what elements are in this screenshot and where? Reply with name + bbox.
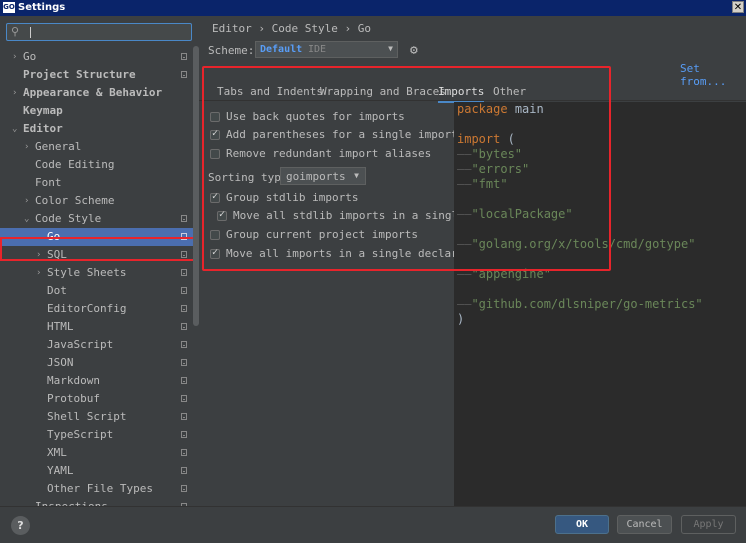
code-style-panel: Editor › Code Style › Go Scheme: Default…	[199, 16, 746, 506]
scheme-label: Scheme:	[208, 44, 255, 57]
tree-item-appearance-behavior[interactable]: › Appearance & Behavior	[0, 84, 193, 102]
annotation-highlight-go	[0, 237, 193, 261]
tree-item-label: HTML	[47, 320, 74, 333]
search-icon: ⚲	[11, 25, 20, 38]
tree-item-shell-script[interactable]: Shell Script	[0, 408, 193, 426]
gear-icon[interactable]: ⚙	[410, 43, 418, 58]
code-line-close: )	[457, 312, 464, 326]
tree-item-label: Protobuf	[47, 392, 100, 405]
chevron-down-icon: ▼	[388, 44, 393, 53]
tree-item-label: Project Structure	[23, 68, 136, 81]
tree-item-json[interactable]: JSON	[0, 354, 193, 372]
project-scope-icon	[181, 215, 187, 222]
chevron-right-icon[interactable]: ›	[12, 48, 17, 66]
tree-item-font[interactable]: Font	[0, 174, 193, 192]
import-path: "github.com/dlsniper/go-metrics"	[471, 297, 703, 311]
project-scope-icon	[181, 341, 187, 348]
tree-item-typescript[interactable]: TypeScript	[0, 426, 193, 444]
chevron-right-icon[interactable]: ›	[24, 138, 29, 156]
tree-item-editorconfig[interactable]: EditorConfig	[0, 300, 193, 318]
project-scope-icon	[181, 359, 187, 366]
project-scope-icon	[181, 269, 187, 276]
tree-item-code-editing[interactable]: Code Editing	[0, 156, 193, 174]
tree-item-label: Style Sheets	[47, 266, 127, 279]
apply-button[interactable]: Apply	[681, 515, 736, 534]
window-title: Settings	[18, 2, 66, 13]
tree-item-xml[interactable]: XML	[0, 444, 193, 462]
project-scope-icon	[181, 53, 187, 60]
chevron-down-icon[interactable]: ⌄	[24, 210, 29, 228]
text-caret	[30, 27, 31, 38]
tree-item-protobuf[interactable]: Protobuf	[0, 390, 193, 408]
tree-item-label: Code Style	[35, 212, 102, 225]
tree-item-html[interactable]: HTML	[0, 318, 193, 336]
project-scope-icon	[181, 377, 187, 384]
tree-item-yaml[interactable]: YAML	[0, 462, 193, 480]
tree-item-label: XML	[47, 446, 67, 459]
tree-item-inspections[interactable]: Inspections	[0, 498, 193, 506]
project-scope-icon	[181, 431, 187, 438]
chevron-right-icon[interactable]: ›	[36, 264, 41, 282]
tree-item-editor[interactable]: ⌄ Editor	[0, 120, 193, 138]
tree-item-markdown[interactable]: Markdown	[0, 372, 193, 390]
tree-item-label: Dot	[47, 284, 67, 297]
tree-item-label: General	[35, 140, 82, 153]
tree-item-label: JSON	[47, 356, 74, 369]
window-titlebar: GO Settings ✕	[0, 0, 746, 16]
tree-item-label: Shell Script	[47, 410, 127, 423]
project-scope-icon	[181, 485, 187, 492]
tree-item-other-file-types[interactable]: Other File Types	[0, 480, 193, 498]
tree-item-label: YAML	[47, 464, 74, 477]
scheme-kind: IDE	[308, 44, 327, 55]
chevron-right-icon[interactable]: ›	[12, 84, 17, 102]
project-scope-icon	[181, 449, 187, 456]
breadcrumb: Editor › Code Style › Go	[212, 22, 371, 35]
tree-item-go[interactable]: › Go	[0, 48, 193, 66]
chevron-down-icon[interactable]: ⌄	[12, 120, 17, 138]
tree-item-javascript[interactable]: JavaScript	[0, 336, 193, 354]
tree-item-keymap[interactable]: Keymap	[0, 102, 193, 120]
project-scope-icon	[181, 395, 187, 402]
tree-item-label: Markdown	[47, 374, 100, 387]
tree-item-label: Appearance & Behavior	[23, 86, 163, 99]
tree-item-label: EditorConfig	[47, 302, 127, 315]
goland-app-icon: GO	[3, 2, 15, 13]
tree-item-label: Go	[23, 50, 37, 63]
tree-item-color-scheme[interactable]: › Color Scheme	[0, 192, 193, 210]
tree-item-label: TypeScript	[47, 428, 114, 441]
tree-item-label: JavaScript	[47, 338, 114, 351]
tree-item-project-structure[interactable]: Project Structure	[0, 66, 193, 84]
scheme-name: Default	[260, 44, 303, 55]
tree-item-label: Inspections	[35, 498, 108, 506]
annotation-highlight-imports	[202, 66, 611, 271]
scheme-dropdown[interactable]: Default IDE ▼	[255, 41, 398, 58]
settings-search-input[interactable]: ⚲	[6, 23, 192, 41]
project-scope-icon	[181, 305, 187, 312]
chevron-right-icon[interactable]: ›	[24, 192, 29, 210]
tree-item-label: Code Editing	[35, 158, 115, 171]
tree-item-label: Editor	[23, 122, 63, 135]
tree-item-label: Keymap	[23, 104, 63, 117]
project-scope-icon	[181, 323, 187, 330]
close-window-button[interactable]: ✕	[732, 1, 744, 13]
tree-item-general[interactable]: › General	[0, 138, 193, 156]
tree-item-style-sheets[interactable]: › Style Sheets	[0, 264, 193, 282]
project-scope-icon	[181, 467, 187, 474]
project-scope-icon	[181, 71, 187, 78]
tree-item-label: Other File Types	[47, 482, 153, 495]
project-scope-icon	[181, 413, 187, 420]
indent-guide: ——	[457, 297, 472, 311]
cancel-button[interactable]: Cancel	[617, 515, 672, 534]
help-button[interactable]: ?	[11, 516, 30, 535]
tree-item-code-style[interactable]: ⌄ Code Style	[0, 210, 193, 228]
project-scope-icon	[181, 287, 187, 294]
tree-item-label: Color Scheme	[35, 194, 115, 207]
tree-item-dot[interactable]: Dot	[0, 282, 193, 300]
close-paren: )	[457, 312, 465, 326]
ok-button[interactable]: OK	[555, 515, 609, 534]
settings-sidebar: ⚲ › Go Project Structure › Appearance & Beha…	[0, 16, 193, 506]
tree-item-label: Font	[35, 176, 62, 189]
code-line-import-6: ——"github.com/dlsniper/go-metrics"	[457, 297, 703, 311]
dialog-footer: ? OK Cancel Apply	[0, 506, 746, 543]
